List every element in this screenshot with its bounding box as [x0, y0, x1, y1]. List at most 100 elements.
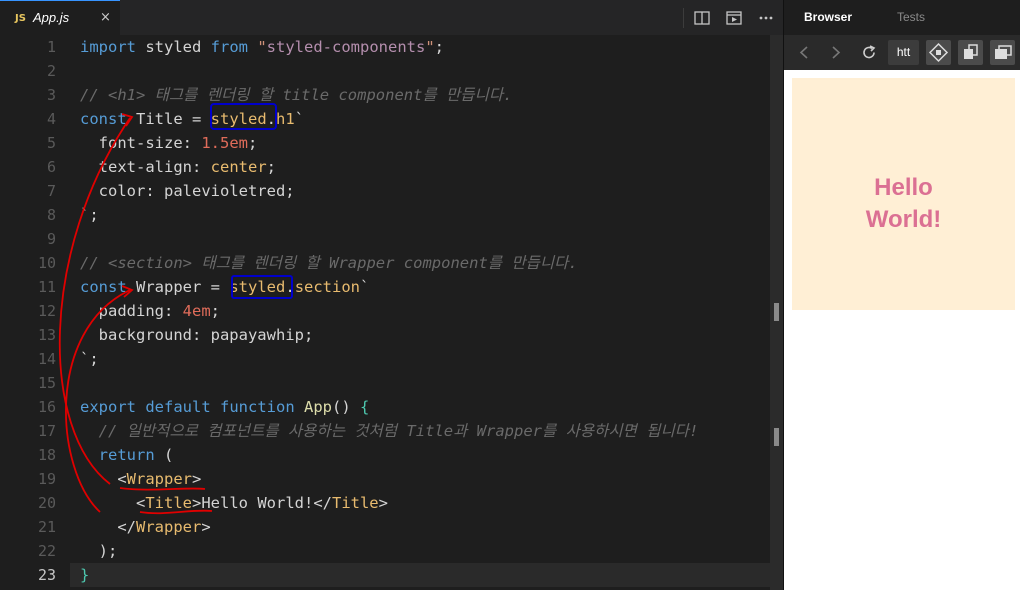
code-token: : papayawhip; [191, 326, 314, 344]
tab-browser[interactable]: Browser [804, 10, 852, 24]
code-token: text-align [80, 158, 192, 176]
code-token: 4em [182, 302, 211, 320]
code-token: // 일반적으로 컴포넌트를 사용하는 것처럼 Title과 Wrapper를 … [80, 422, 699, 440]
line-number: 2 [46, 62, 56, 80]
code-token: Title [331, 494, 379, 512]
close-tab-icon[interactable]: × [100, 10, 111, 25]
code-line: } [80, 563, 89, 587]
back-icon[interactable] [796, 40, 812, 65]
code-line: `; [80, 347, 99, 371]
code-token: : [182, 134, 202, 152]
code-token: ; [266, 158, 276, 176]
line-number: 3 [46, 86, 56, 104]
code-token: < [80, 494, 146, 512]
code-token: default [145, 398, 211, 416]
code-token: padding [80, 302, 164, 320]
code-token: " [257, 38, 267, 56]
line-number: 11 [37, 278, 56, 296]
code-token: import [80, 38, 136, 56]
code-token: export [80, 398, 136, 416]
browser-pane: Browser Tests htt Hello World! [783, 0, 1020, 590]
code-token: ; [248, 134, 258, 152]
line-number: 18 [37, 446, 56, 464]
code-token: 1.5em [201, 134, 248, 152]
url-field[interactable]: htt [888, 40, 919, 65]
code-token: : palevioletred; [145, 182, 295, 200]
fullscreen-icon[interactable] [990, 40, 1015, 65]
code-line: // <h1> 태그를 렌더링 할 title component를 만듭니다. [80, 83, 512, 107]
tab-filename: App.js [33, 10, 70, 25]
split-editor-icon[interactable] [693, 9, 711, 27]
code-token: . [266, 110, 277, 128]
code-line: // <section> 태그를 렌더링 할 Wrapper component… [80, 251, 578, 275]
line-number: 14 [37, 350, 56, 368]
code-token: font-size [80, 134, 183, 152]
title-line-1: Hello [874, 174, 933, 201]
code-token: return [80, 446, 155, 464]
code-token: styled [210, 110, 267, 128]
tab-tests[interactable]: Tests [897, 10, 925, 24]
forward-icon[interactable] [828, 40, 844, 65]
code-token: Wrapper [126, 470, 192, 488]
devtools-icon[interactable] [926, 40, 951, 65]
code-token: > [378, 494, 388, 512]
code-token: ` [360, 278, 370, 296]
code-token: // <h1> 태그를 렌더링 할 title component를 만듭니다. [80, 86, 513, 104]
new-window-icon[interactable] [958, 40, 983, 65]
code-line: const Title = styled.h1` [80, 107, 304, 131]
code-line: color: palevioletred; [80, 179, 295, 203]
code-token: const [80, 278, 127, 296]
scroll-marker [774, 428, 779, 446]
wrapper-section: Hello World! [792, 78, 1015, 310]
editor-scrollbar[interactable] [770, 35, 783, 590]
code-token: Wrapper [136, 518, 202, 536]
code-token: ; [434, 38, 444, 56]
line-number: 1 [46, 38, 56, 56]
code-token: > [192, 470, 202, 488]
code-line: import styled from "styled-components"; [80, 35, 444, 59]
code-token: : [164, 302, 183, 320]
code-token: center [210, 158, 267, 176]
code-line: background: papayawhip; [80, 323, 314, 347]
code-area[interactable]: import styled from "styled-components"; /… [80, 35, 770, 590]
code-token: styled-components [266, 38, 426, 56]
code-line: <Title>Hello World!</Title> [80, 491, 388, 515]
line-number: 13 [37, 326, 56, 344]
code-token: Wrapper [126, 278, 211, 296]
line-number: 19 [37, 470, 56, 488]
code-token: " [425, 38, 435, 56]
line-number: 16 [37, 398, 56, 416]
code-token: . [285, 278, 295, 296]
preview-icon[interactable] [725, 9, 743, 27]
js-file-icon: JS [15, 13, 26, 24]
code-token: ); [80, 542, 118, 560]
code-token: } [80, 566, 90, 584]
tab-app-js[interactable]: JS App.js × [0, 0, 120, 35]
line-number-gutter: 1 2 3 4 5 6 7 8 9 10 11 12 13 14 15 16 17 18 19 20 21 22 23 [0, 35, 70, 590]
code-line: `; [80, 203, 99, 227]
line-number: 20 [37, 494, 56, 512]
code-token: ` [294, 110, 305, 128]
code-line: padding: 4em; [80, 299, 220, 323]
code-token: = [210, 278, 230, 296]
line-number: 12 [37, 302, 56, 320]
code-line: text-align: center; [80, 155, 276, 179]
line-number: 5 [46, 134, 56, 152]
code-token: </ [80, 518, 136, 536]
reload-icon[interactable] [860, 40, 878, 65]
more-icon[interactable] [757, 9, 775, 27]
code-line: font-size: 1.5em; [80, 131, 258, 155]
code-token: App [304, 398, 333, 416]
scroll-marker [774, 303, 779, 321]
code-line: ); [80, 539, 118, 563]
code-token: from [210, 38, 248, 56]
code-token: Title [145, 494, 192, 512]
code-line: <Wrapper> [80, 467, 201, 491]
code-token: Title [126, 110, 192, 128]
line-number: 17 [37, 422, 56, 440]
code-token: > [201, 518, 211, 536]
code-line: </Wrapper> [80, 515, 211, 539]
